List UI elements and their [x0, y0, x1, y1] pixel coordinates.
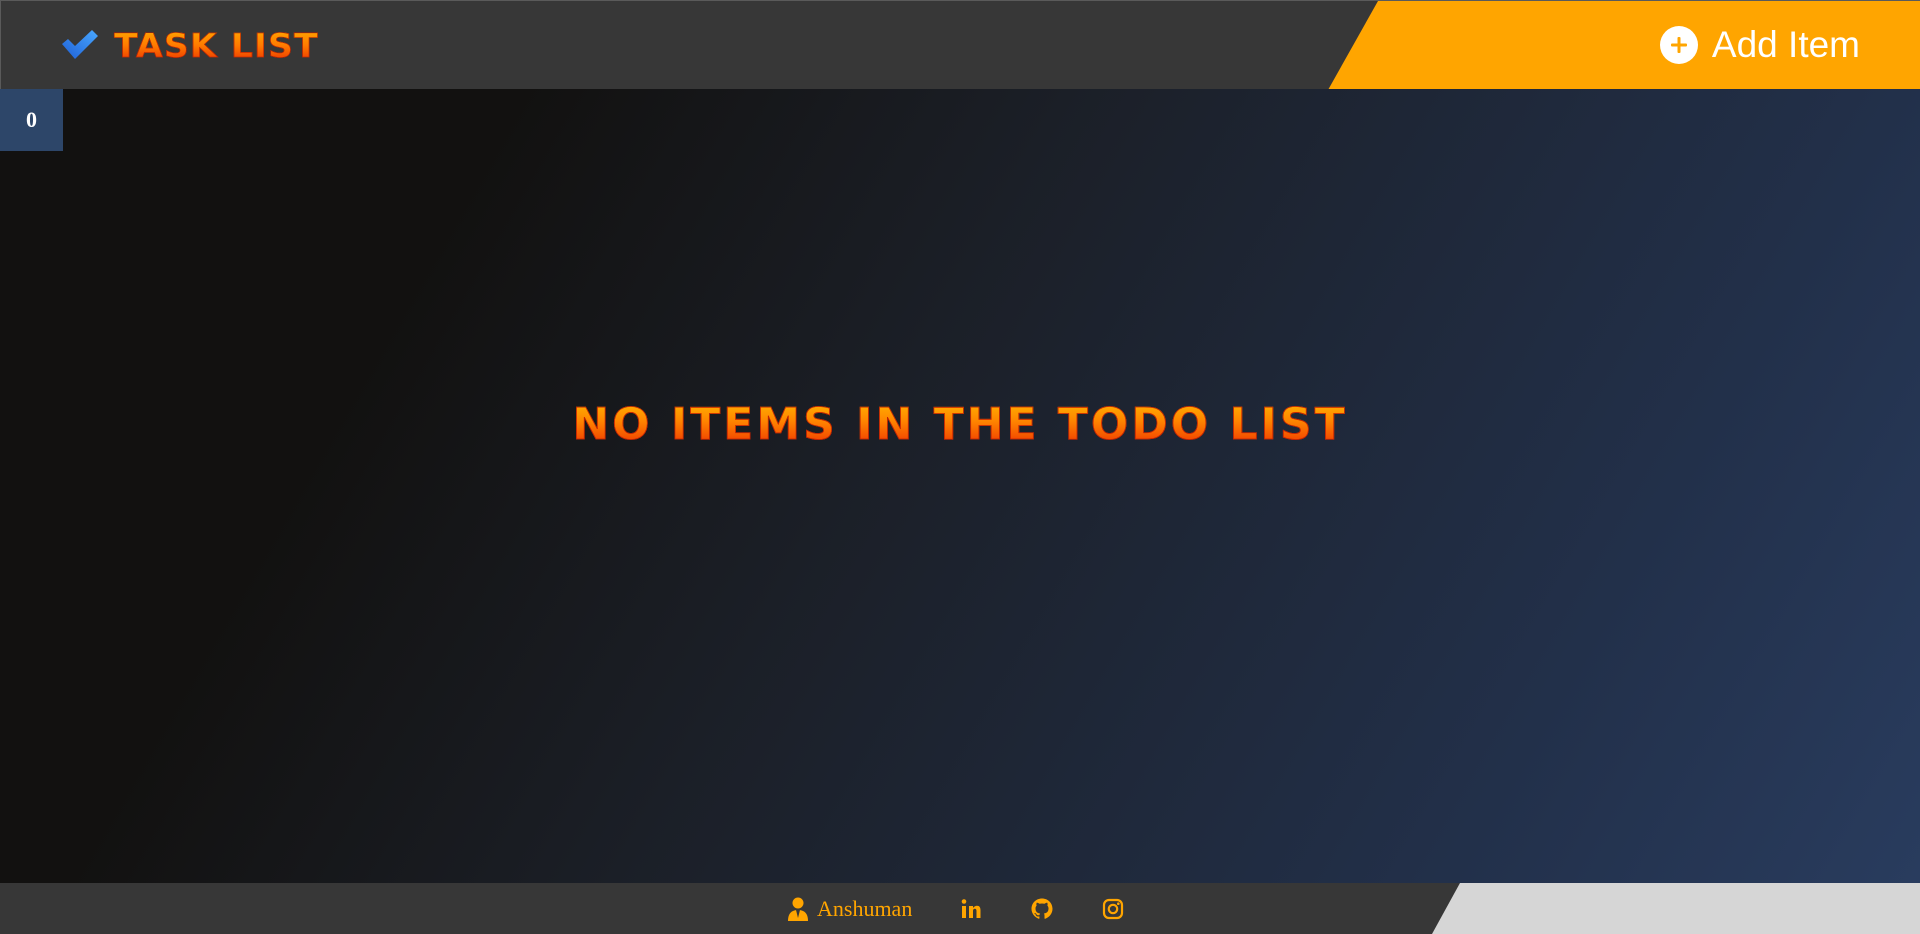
linkedin-icon[interactable]	[959, 897, 983, 921]
add-item-panel: Add Item	[1328, 1, 1920, 90]
main-content: 0 No items in the todo list	[0, 89, 1920, 883]
app-title: Task List	[114, 25, 319, 65]
footer-links: Anshuman	[787, 895, 1125, 923]
plus-circle-icon	[1659, 26, 1698, 64]
empty-state-message: No items in the todo list	[0, 399, 1920, 451]
add-item-button[interactable]: Add Item	[1659, 23, 1860, 67]
author-name: Anshuman	[817, 896, 913, 921]
instagram-icon[interactable]	[1101, 897, 1125, 921]
footer-decor-panel	[1432, 883, 1920, 934]
github-icon[interactable]	[1030, 897, 1054, 921]
header: Task List Add Item	[0, 0, 1920, 90]
checkmark-icon	[62, 30, 98, 59]
add-item-label: Add Item	[1711, 24, 1860, 65]
user-icon	[788, 897, 808, 921]
footer: Anshuman	[0, 883, 1920, 934]
author-link[interactable]: Anshuman	[787, 896, 912, 922]
brand: Task List	[60, 25, 318, 65]
item-counter: 0	[0, 89, 63, 151]
